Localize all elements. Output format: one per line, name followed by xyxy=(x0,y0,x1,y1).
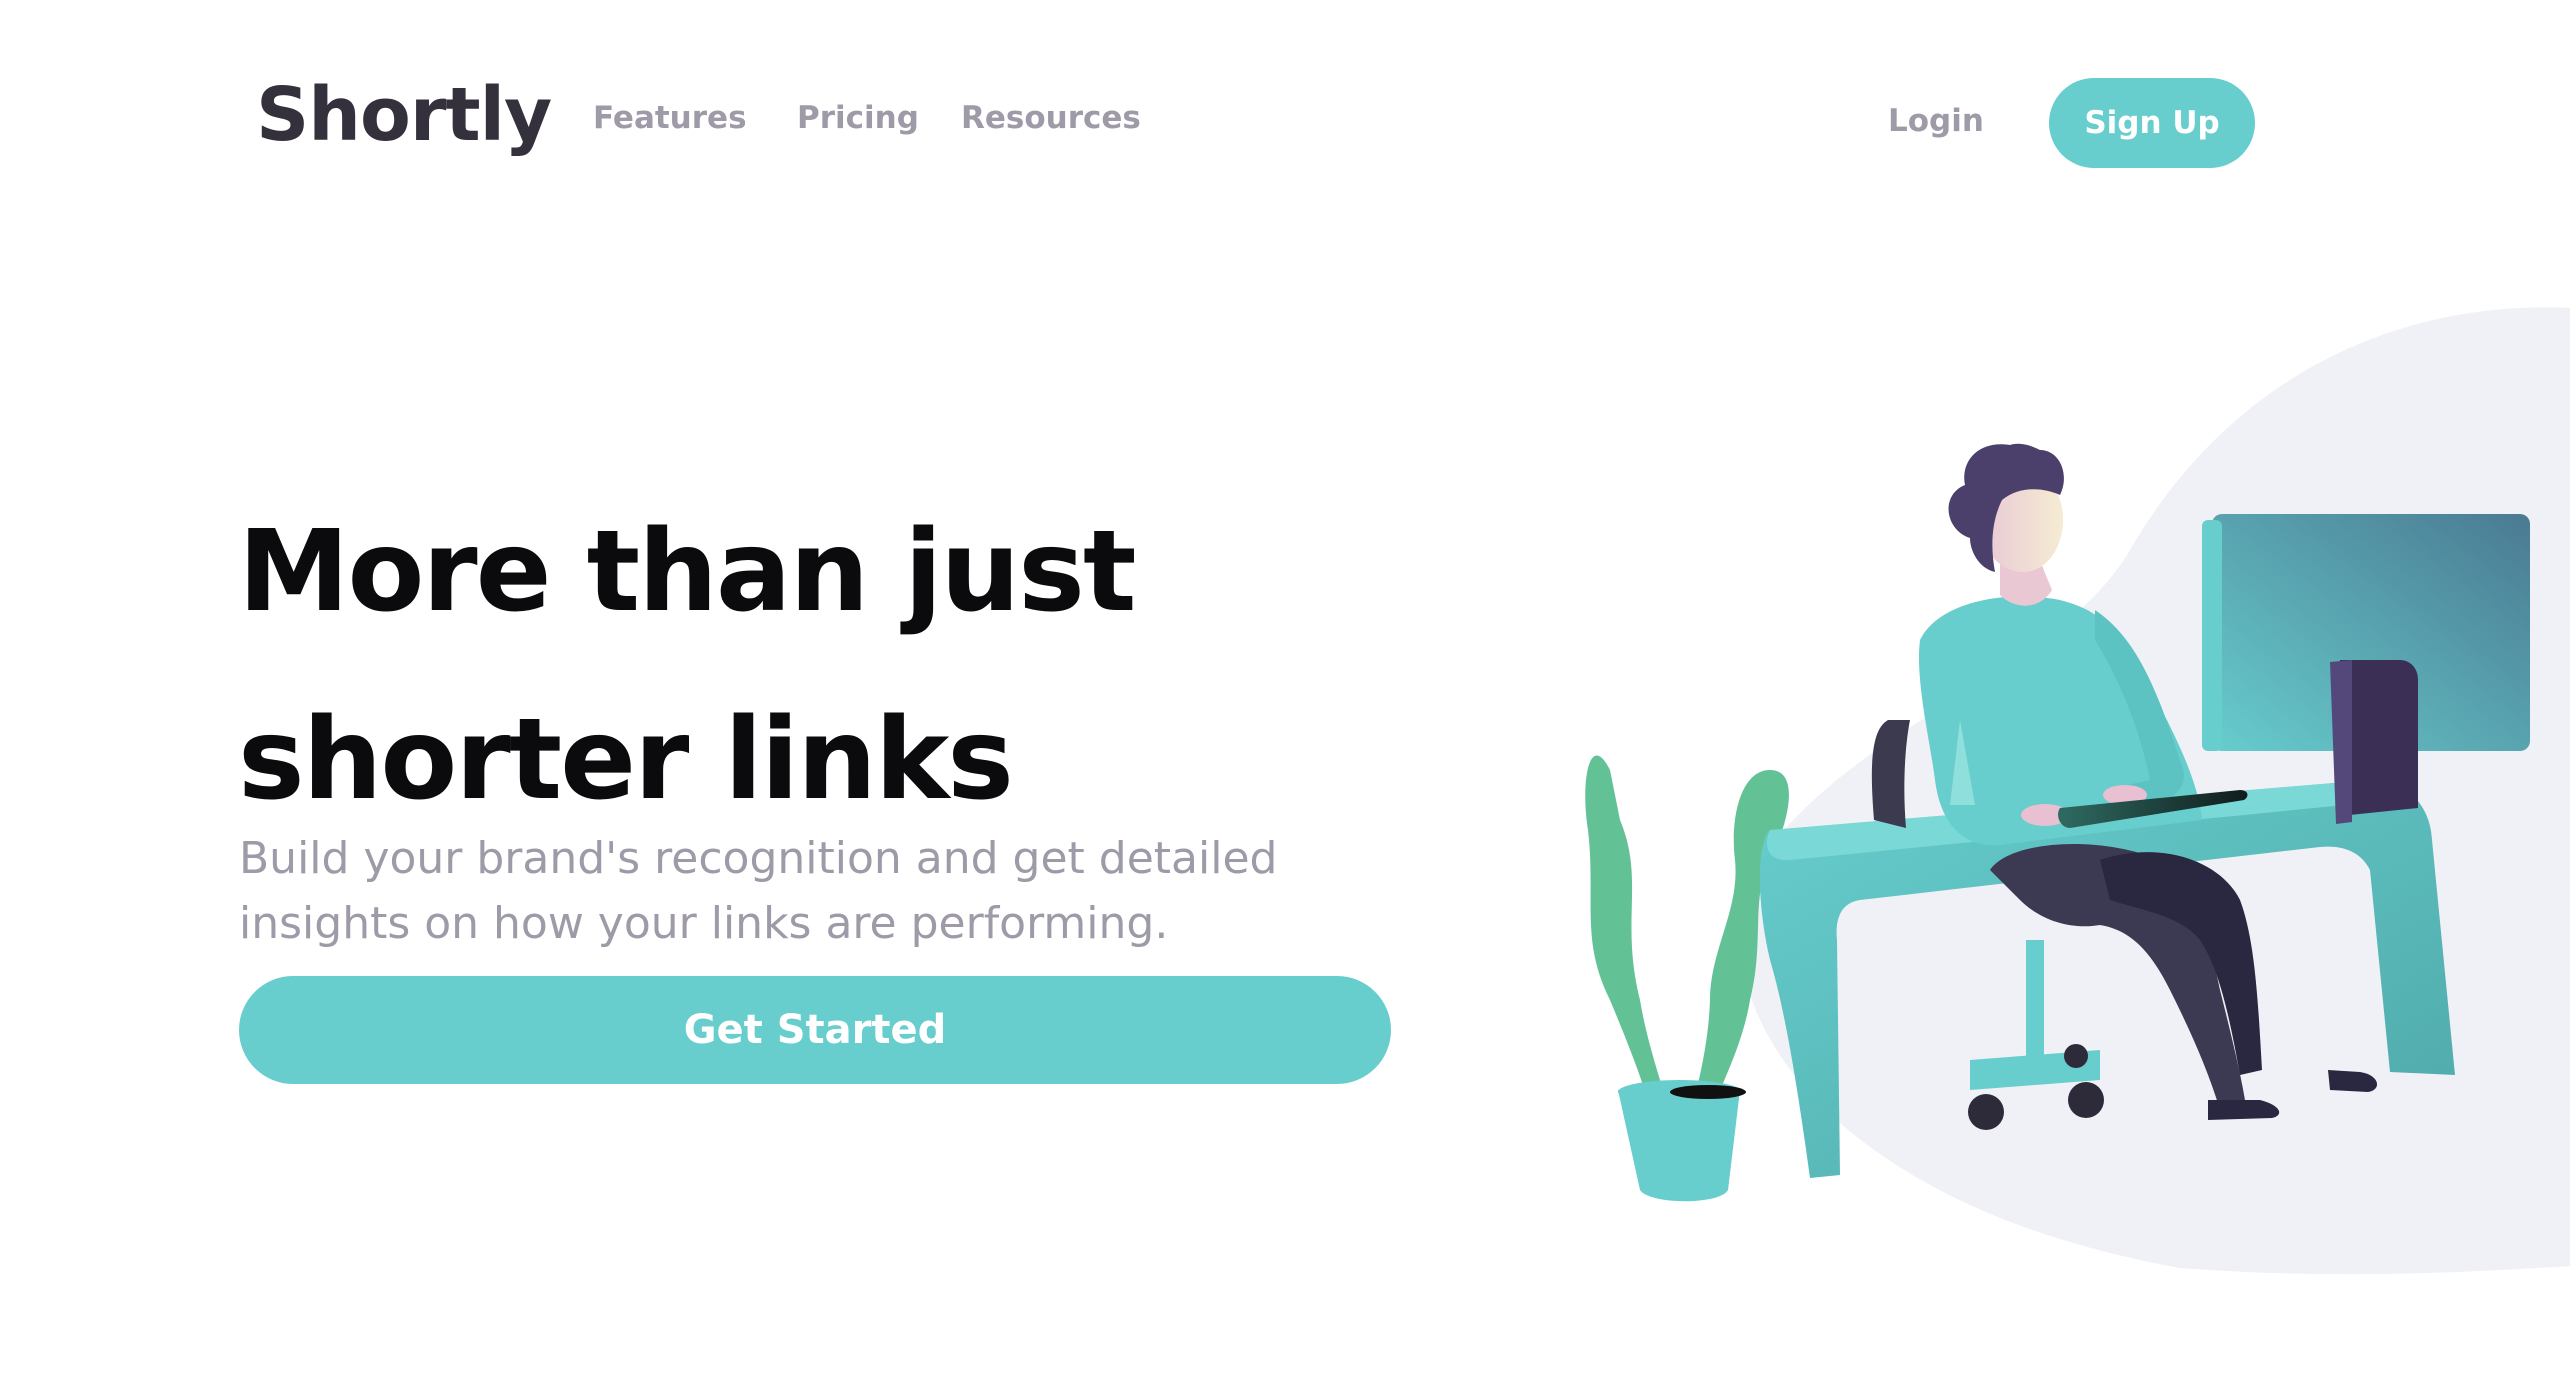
signup-button[interactable]: Sign Up xyxy=(2049,78,2255,168)
logo[interactable]: Shortly xyxy=(256,72,552,158)
get-started-button[interactable]: Get Started xyxy=(239,976,1391,1084)
hero-headline-line1: More than just xyxy=(238,507,1136,637)
nav-link-features[interactable]: Features xyxy=(593,100,747,136)
person-working-at-desk-illustration xyxy=(1585,307,2570,1275)
landing-page: Shortly Features Pricing Resources Login… xyxy=(0,0,2570,1380)
hero-headline-line2: shorter links xyxy=(238,695,1014,825)
hero-headline: More than just shorter links xyxy=(238,478,1438,854)
hero-subtext-line1: Build your brand's recognition and get d… xyxy=(239,833,1278,884)
nav-link-pricing[interactable]: Pricing xyxy=(797,100,919,136)
hero-subtext-line2: insights on how your links are performin… xyxy=(239,898,1169,949)
nav-link-resources[interactable]: Resources xyxy=(961,100,1141,136)
hero-subtext: Build your brand's recognition and get d… xyxy=(239,826,1419,956)
login-link[interactable]: Login xyxy=(1888,103,1984,139)
